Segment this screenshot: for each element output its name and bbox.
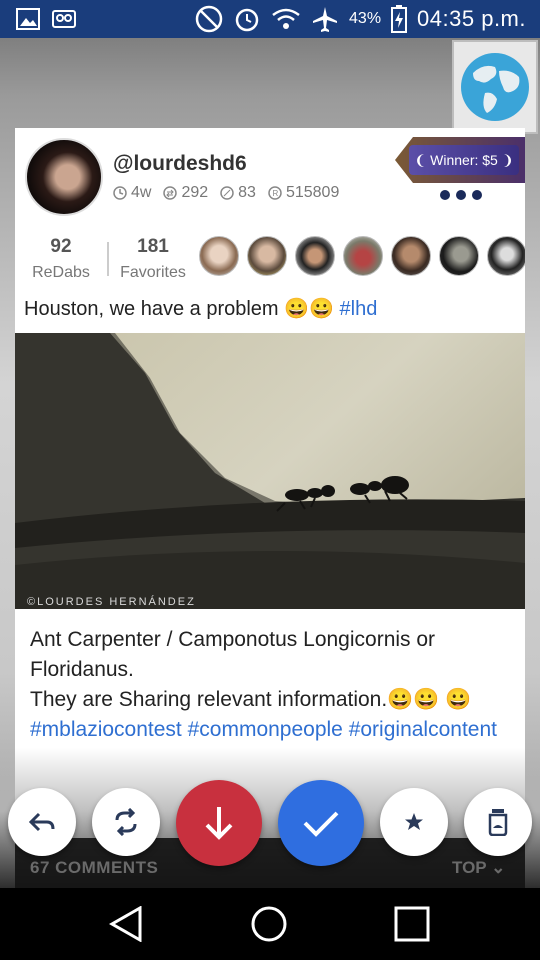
redab-button[interactable] bbox=[92, 788, 160, 856]
caption-text: Houston, we have a problem 😀😀 bbox=[24, 298, 334, 320]
reply-button[interactable] bbox=[8, 788, 76, 856]
post-meta: 4w 292 83 R 515809 bbox=[113, 184, 339, 202]
percent-icon bbox=[220, 186, 234, 200]
mute-icon bbox=[195, 5, 223, 33]
top-label: TOP bbox=[452, 858, 487, 877]
favorite-button[interactable] bbox=[380, 788, 448, 856]
upvote-button[interactable] bbox=[278, 780, 364, 866]
description-line2: They are Sharing relevant information.😀😀… bbox=[30, 685, 510, 745]
comment-count-item: 83 bbox=[220, 184, 256, 202]
globe-icon bbox=[461, 53, 529, 121]
favoriter-avatar[interactable] bbox=[439, 236, 479, 276]
jar-icon bbox=[488, 809, 508, 836]
favoriter-avatar[interactable] bbox=[295, 236, 335, 276]
comments-link[interactable]: 67 COMMENTS bbox=[30, 858, 158, 878]
post-caption: Houston, we have a problem 😀😀 #lhd bbox=[24, 296, 377, 321]
chevron-down-icon: ⌄ bbox=[491, 858, 506, 877]
age-item: 4w bbox=[113, 184, 151, 202]
favoriter-avatar[interactable] bbox=[343, 236, 383, 276]
post-description: Ant Carpenter / Camponotus Longicornis o… bbox=[30, 625, 510, 745]
home-nav-icon[interactable] bbox=[250, 905, 288, 943]
photo-credit: ©LOURDES HERNÁNDEZ bbox=[27, 595, 196, 608]
favorites-value: 181 bbox=[137, 236, 169, 257]
laurel-left-icon: ❨ bbox=[414, 151, 427, 168]
hashtag[interactable]: #commonpeople bbox=[188, 718, 343, 741]
wifi-icon bbox=[272, 8, 300, 29]
caption-hashtag[interactable]: #lhd bbox=[340, 298, 378, 320]
jar-button[interactable] bbox=[464, 788, 532, 856]
voicemail-icon bbox=[52, 10, 76, 28]
redabs-stat[interactable]: 92 ReDabs bbox=[29, 236, 93, 282]
post-age: 4w bbox=[131, 184, 152, 201]
favorites-stat[interactable]: 181 Favorites bbox=[115, 236, 191, 282]
hashtag[interactable]: #originalcontent bbox=[349, 718, 497, 741]
description-line1: Ant Carpenter / Camponotus Longicornis o… bbox=[30, 628, 436, 681]
navigation-bar bbox=[0, 888, 540, 960]
recents-nav-icon[interactable] bbox=[394, 906, 430, 942]
battery-charging-icon bbox=[391, 5, 408, 33]
alarm-icon bbox=[235, 8, 259, 32]
redabs-value: 92 bbox=[50, 236, 72, 257]
view-count: 515809 bbox=[285, 184, 340, 201]
avatar[interactable] bbox=[25, 138, 103, 216]
registered-icon: R bbox=[268, 186, 282, 200]
clock-icon bbox=[113, 186, 127, 200]
star-icon bbox=[405, 813, 423, 830]
more-options-icon[interactable] bbox=[440, 190, 482, 200]
favoriter-avatar[interactable] bbox=[247, 236, 287, 276]
post-photo[interactable]: ©LOURDES HERNÁNDEZ bbox=[15, 333, 525, 609]
favorites-label: Favorites bbox=[120, 264, 186, 281]
ant-photo: ©LOURDES HERNÁNDEZ bbox=[15, 333, 525, 609]
reply-icon bbox=[29, 812, 55, 832]
downvote-button[interactable] bbox=[176, 780, 262, 866]
back-nav-icon[interactable] bbox=[108, 906, 144, 942]
redab-count-item: 292 bbox=[163, 184, 208, 202]
favoriter-avatar[interactable] bbox=[199, 236, 239, 276]
top-link[interactable]: TOP ⌄ bbox=[452, 858, 505, 878]
redab-count: 292 bbox=[181, 184, 209, 201]
laurel-right-icon: ❩ bbox=[501, 151, 514, 168]
favoriter-avatar[interactable] bbox=[487, 236, 525, 276]
divider bbox=[107, 242, 109, 276]
globe-button[interactable] bbox=[452, 40, 538, 134]
image-icon bbox=[16, 8, 40, 30]
down-arrow-icon bbox=[205, 807, 233, 840]
views-item: R 515809 bbox=[268, 184, 339, 202]
clock: 04:35 p.m. bbox=[417, 6, 526, 31]
redab-icon bbox=[115, 808, 137, 836]
username[interactable]: @lourdeshd6 bbox=[113, 152, 247, 176]
winner-label: Winner: $5 bbox=[430, 152, 498, 168]
battery-percent: 43% bbox=[349, 10, 382, 27]
redab-small-icon bbox=[163, 186, 178, 200]
svg-text:R: R bbox=[272, 189, 278, 198]
favoriter-avatar[interactable] bbox=[391, 236, 431, 276]
favoriter-avatars bbox=[199, 236, 525, 276]
status-bar: 43% 04:35 p.m. bbox=[0, 0, 540, 38]
winner-badge-inner: ❨ Winner: $5 ❩ bbox=[409, 145, 519, 175]
check-icon bbox=[303, 811, 339, 837]
comment-count: 83 bbox=[238, 184, 256, 201]
airplane-icon bbox=[313, 7, 338, 32]
winner-badge: ❨ Winner: $5 ❩ bbox=[395, 137, 525, 183]
hashtag[interactable]: #mblaziocontest bbox=[30, 718, 182, 741]
redabs-label: ReDabs bbox=[32, 264, 90, 281]
description-text: They are Sharing relevant information.😀😀… bbox=[30, 688, 472, 711]
